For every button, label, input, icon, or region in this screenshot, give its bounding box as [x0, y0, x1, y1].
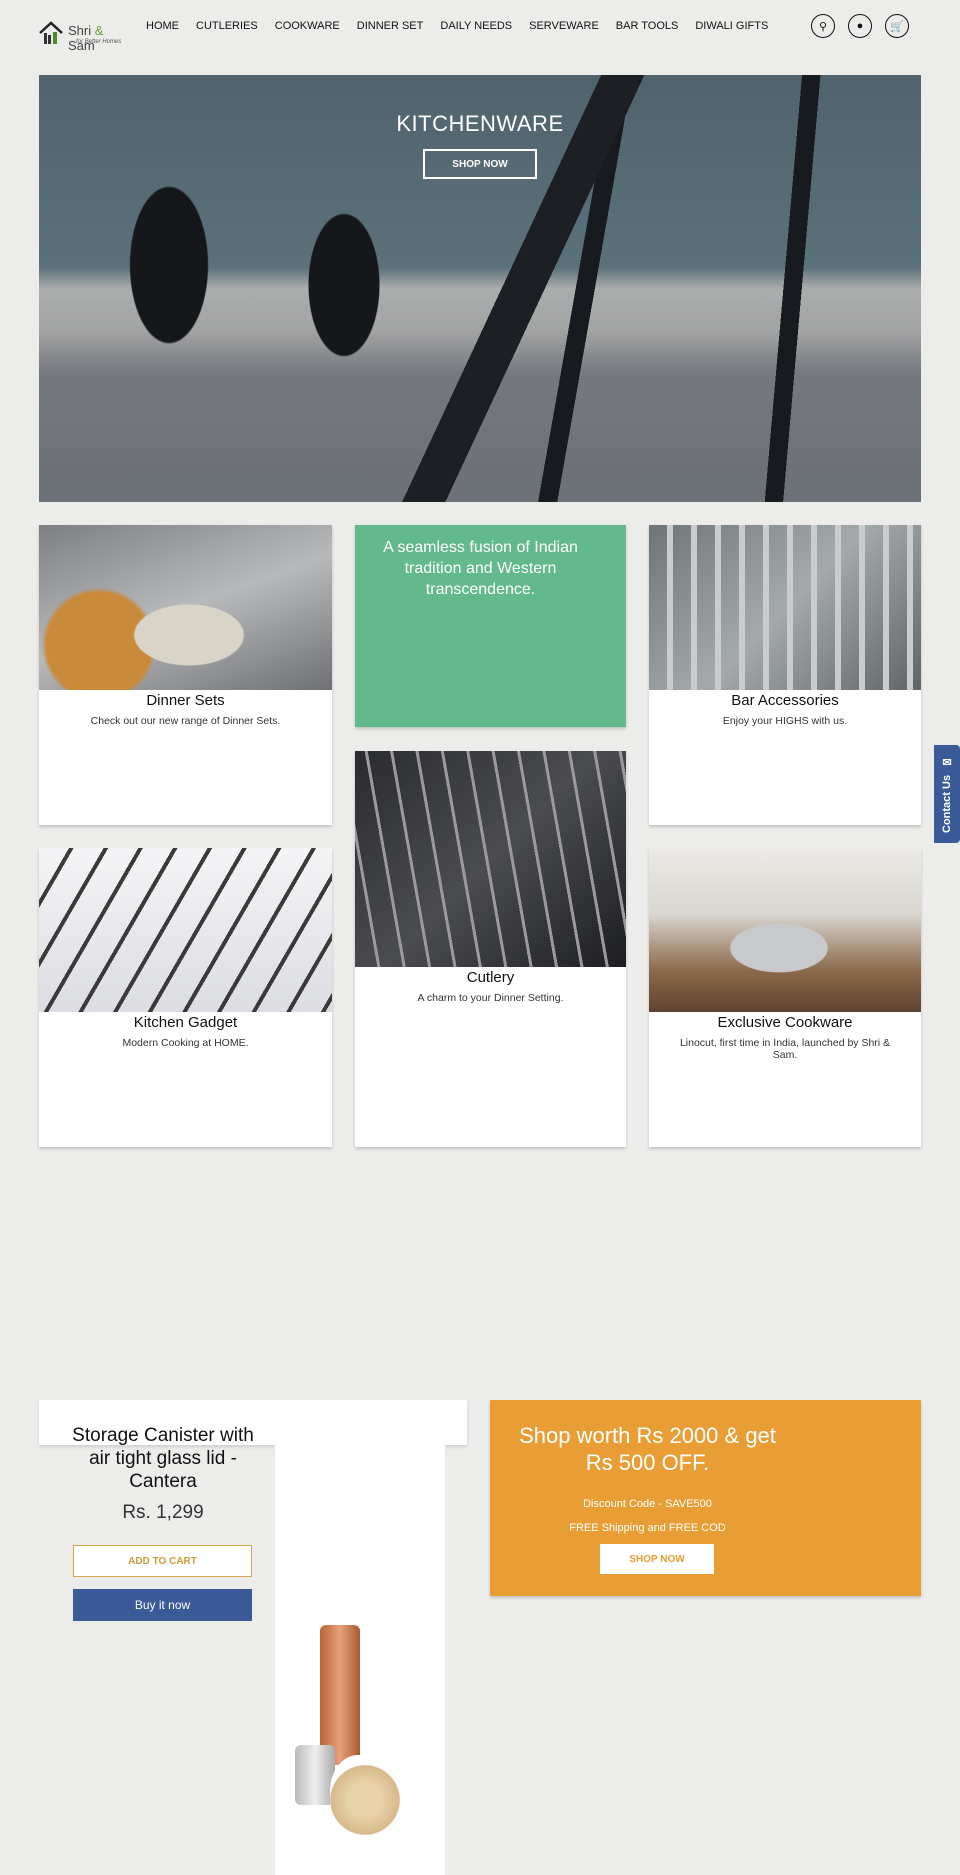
- contact-us-tab[interactable]: Contact Us ✉: [934, 745, 960, 843]
- cookware-image: [649, 848, 921, 1012]
- promo-shop-now-button[interactable]: SHOP NOW: [600, 1544, 714, 1574]
- card-description: A charm to your Dinner Setting.: [417, 992, 564, 1004]
- main-nav: HOME CUTLERIES COOKWARE DINNER SET DAILY…: [146, 20, 768, 32]
- card-title: Bar Accessories: [731, 692, 839, 709]
- nav-bar-tools[interactable]: BAR TOOLS: [616, 20, 679, 32]
- logo-text: Shri: [68, 23, 92, 38]
- card-description: Enjoy your HIGHS with us.: [722, 715, 848, 727]
- card-title: Kitchen Gadget: [133, 1014, 238, 1031]
- product-image[interactable]: [275, 1445, 445, 1875]
- shipping-info: FREE Shipping and FREE COD: [569, 1522, 726, 1534]
- product-title[interactable]: Storage Canister with air tight glass li…: [63, 1424, 263, 1493]
- nav-serveware[interactable]: SERVEWARE: [529, 20, 599, 32]
- card-title: Cutlery: [466, 969, 515, 986]
- card-description: Check out our new range of Dinner Sets.: [90, 715, 281, 727]
- nav-home[interactable]: HOME: [146, 20, 179, 32]
- card-description: Linocut, first time in India, launched b…: [679, 1037, 891, 1061]
- discount-code: Discount Code - SAVE500: [583, 1498, 712, 1510]
- collection-card-cutlery[interactable]: Cutlery A charm to your Dinner Setting.: [355, 751, 626, 1147]
- hero-shop-now-button[interactable]: SHOP NOW: [423, 149, 537, 179]
- account-icon[interactable]: ●: [848, 14, 872, 38]
- collection-card-bar-accessories[interactable]: Bar Accessories Enjoy your HIGHS with us…: [649, 525, 921, 825]
- mail-icon: ✉: [941, 755, 954, 769]
- add-to-cart-button[interactable]: ADD TO CART: [73, 1545, 252, 1577]
- logo-tagline: for Better Homes: [76, 39, 122, 45]
- dinner-sets-image: [39, 525, 332, 690]
- buy-now-button[interactable]: Buy it now: [73, 1589, 252, 1621]
- card-title: Dinner Sets: [146, 692, 225, 709]
- logo[interactable]: Shri & Sam for Better Homes: [38, 20, 133, 53]
- cart-icon[interactable]: 🛒: [885, 14, 909, 38]
- bar-accessories-image: [649, 525, 921, 690]
- kitchen-gadget-image: [39, 848, 332, 1012]
- card-description: Modern Cooking at HOME.: [122, 1037, 249, 1049]
- promo-title: Shop worth Rs 2000 & get Rs 500 OFF.: [519, 1423, 776, 1475]
- card-title: Exclusive Cookware: [717, 1014, 853, 1031]
- cutlery-image: [355, 751, 626, 967]
- nav-dinner-set[interactable]: DINNER SET: [357, 20, 424, 32]
- hero-title: KITCHENWARE: [396, 111, 564, 136]
- house-icon: [39, 21, 63, 44]
- tagline-block: A seamless fusion of Indian tradition an…: [355, 525, 626, 727]
- nav-daily-needs[interactable]: DAILY NEEDS: [440, 20, 512, 32]
- search-icon[interactable]: ⚲: [811, 14, 835, 38]
- product-price: Rs. 1,299: [122, 1502, 204, 1523]
- hero-banner: KITCHENWARE SHOP NOW: [39, 75, 921, 502]
- nav-diwali-gifts[interactable]: DIWALI GIFTS: [695, 20, 768, 32]
- nav-cutleries[interactable]: CUTLERIES: [196, 20, 258, 32]
- promo-banner: Shop worth Rs 2000 & get Rs 500 OFF. Dis…: [490, 1400, 921, 1596]
- nav-cookware[interactable]: COOKWARE: [275, 20, 340, 32]
- collection-card-kitchen-gadget[interactable]: Kitchen Gadget Modern Cooking at HOME.: [39, 848, 332, 1147]
- collection-card-dinner-sets[interactable]: Dinner Sets Check out our new range of D…: [39, 525, 332, 825]
- collection-card-exclusive-cookware[interactable]: Exclusive Cookware Linocut, first time i…: [649, 848, 921, 1147]
